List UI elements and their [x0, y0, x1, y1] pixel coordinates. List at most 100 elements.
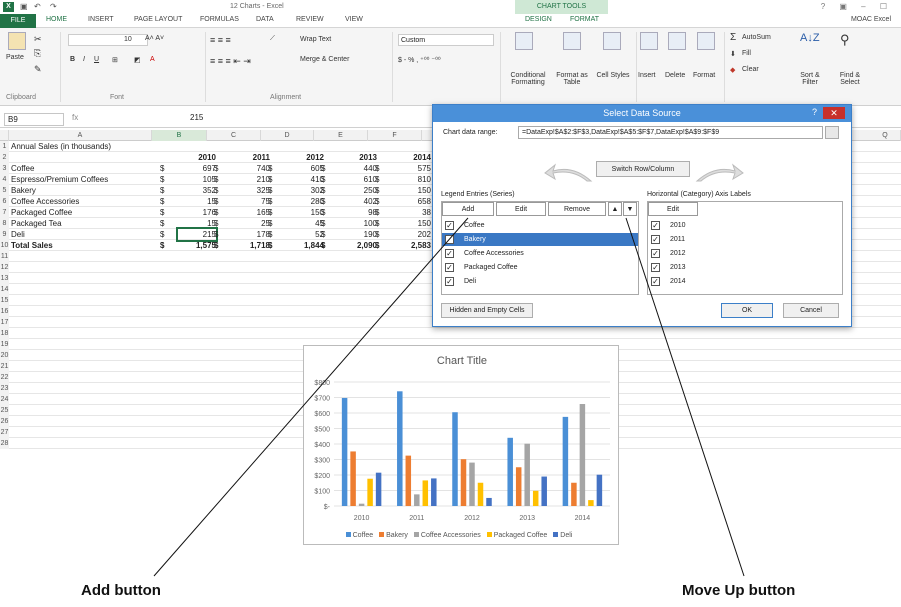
close-button[interactable]: ✕: [823, 107, 845, 119]
cell-value[interactable]: 2,090: [339, 240, 377, 251]
bar-coffee-2010[interactable]: [341, 397, 348, 506]
series-item-coffee[interactable]: ✓ Coffee: [442, 219, 638, 232]
checkbox-icon[interactable]: ✓: [445, 249, 454, 258]
row-number[interactable]: 15: [0, 295, 9, 306]
cell-value[interactable]: 75: [232, 196, 270, 207]
help-icon[interactable]: ?: [812, 107, 817, 117]
series-item-coffee-accessories[interactable]: ✓ Coffee Accessories: [442, 247, 638, 260]
delete-button[interactable]: Delete: [665, 72, 685, 79]
checkbox-icon[interactable]: ✓: [445, 277, 454, 286]
cell-value[interactable]: 1,575: [178, 240, 216, 251]
checkbox-icon[interactable]: ✓: [651, 221, 660, 230]
bar-deli-2014[interactable]: [596, 474, 603, 506]
cut-icon[interactable]: ✂: [34, 34, 42, 45]
autosum-button[interactable]: AutoSum: [742, 34, 771, 41]
cell-label[interactable]: Packaged Tea: [11, 218, 62, 229]
sort-filter-icon[interactable]: A↓Z: [800, 32, 820, 44]
row-number[interactable]: 3: [0, 163, 9, 174]
cell-value[interactable]: 697: [178, 163, 216, 174]
cell-value[interactable]: 165: [232, 207, 270, 218]
cell-value[interactable]: 2,583: [393, 240, 431, 251]
row-number[interactable]: 10: [0, 240, 9, 251]
cell-value[interactable]: 610: [339, 174, 377, 185]
format-painter-icon[interactable]: ✎: [34, 64, 42, 75]
category-item[interactable]: ✓ 2012: [648, 247, 842, 260]
row-number[interactable]: 23: [0, 383, 9, 394]
cell-value[interactable]: 52: [286, 229, 324, 240]
bar-deli-2013[interactable]: [541, 476, 547, 506]
ok-button[interactable]: OK: [721, 303, 773, 318]
row-number[interactable]: 1: [0, 141, 9, 152]
cell-value[interactable]: 2010: [178, 152, 216, 163]
format-as-table-button[interactable]: Format as Table: [553, 72, 591, 86]
row-number[interactable]: 24: [0, 394, 9, 405]
column-header-b[interactable]: B: [152, 130, 207, 141]
row-number[interactable]: 26: [0, 416, 9, 427]
edit-series-button[interactable]: Edit: [496, 202, 546, 216]
row-number[interactable]: 19: [0, 339, 9, 350]
tab-review[interactable]: REVIEW: [296, 16, 324, 23]
conditional-formatting-button[interactable]: Conditional Formatting: [505, 72, 551, 86]
bar-coffee-2011[interactable]: [397, 391, 403, 506]
checkbox-icon[interactable]: ✓: [651, 249, 660, 258]
cell-value[interactable]: 1,718: [232, 240, 270, 251]
column-header-f[interactable]: F: [368, 130, 422, 141]
series-item-bakery[interactable]: ✓ Bakery: [442, 233, 638, 246]
font-size-field[interactable]: 10: [124, 36, 132, 43]
checkbox-icon[interactable]: ✓: [445, 235, 454, 244]
bar-packaged-coffee-2014[interactable]: [588, 500, 594, 506]
cell-value[interactable]: 15: [178, 196, 216, 207]
borders-icon[interactable]: ⊞: [112, 56, 118, 64]
formula-input[interactable]: 215: [190, 113, 203, 122]
fill-icon[interactable]: ⬇: [730, 50, 736, 58]
find-select-icon[interactable]: ⚲: [840, 32, 850, 48]
number-format-dropdown[interactable]: Custom: [398, 34, 494, 46]
find-select-button[interactable]: Find & Select: [832, 72, 868, 86]
legend-item-deli[interactable]: Deli: [553, 532, 572, 539]
select-all-corner[interactable]: [0, 130, 9, 141]
row-number[interactable]: 12: [0, 262, 9, 273]
cell-value[interactable]: 150: [393, 218, 431, 229]
cell-value[interactable]: 1,844: [286, 240, 324, 251]
tab-format[interactable]: FORMAT: [570, 16, 599, 23]
chart-data-range-input[interactable]: =DataExp!$A$2:$F$3,DataExp!$A$5:$F$7,Dat…: [518, 126, 823, 139]
fill-color-icon[interactable]: ◩: [134, 56, 141, 64]
format-button[interactable]: Format: [693, 72, 715, 79]
row-number[interactable]: 2: [0, 152, 9, 163]
align-left-icon[interactable]: ≡ ≡ ≡ ⇤ ⇥: [210, 56, 251, 67]
clear-icon[interactable]: ◆: [730, 66, 735, 74]
cell-value[interactable]: 2013: [339, 152, 377, 163]
add-series-button[interactable]: Add: [442, 202, 494, 216]
tab-design[interactable]: DESIGN: [525, 16, 552, 23]
category-item[interactable]: ✓ 2010: [648, 219, 842, 232]
legend-item-coffee[interactable]: Coffee: [345, 532, 373, 539]
paste-button[interactable]: Paste: [6, 54, 24, 61]
bar-bakery-2014[interactable]: [571, 482, 577, 506]
row-number[interactable]: 14: [0, 284, 9, 295]
bar-coffee-2012[interactable]: [452, 412, 458, 506]
hidden-empty-cells-button[interactable]: Hidden and Empty Cells: [441, 303, 533, 318]
cell-label[interactable]: Espresso/Premium Coffees: [11, 174, 108, 185]
cell-value[interactable]: 45: [286, 218, 324, 229]
cell-value[interactable]: 280: [286, 196, 324, 207]
cell-styles-button[interactable]: Cell Styles: [596, 72, 630, 79]
insert-cells-icon[interactable]: [640, 32, 658, 50]
tab-page-layout[interactable]: PAGE LAYOUT: [134, 16, 182, 23]
cancel-button[interactable]: Cancel: [783, 303, 839, 318]
bar-coffee-2013[interactable]: [507, 437, 513, 506]
align-top-icon[interactable]: ≡ ≡ ≡: [210, 35, 231, 45]
chart-legend[interactable]: Coffee Bakery Coffee Accessories Packaged C…: [304, 530, 620, 539]
cell-value[interactable]: 605: [286, 163, 324, 174]
bar-bakery-2010[interactable]: [350, 451, 356, 506]
cell-label[interactable]: Packaged Coffee: [11, 207, 72, 218]
cell-value[interactable]: 178: [232, 229, 270, 240]
bar-packaged-coffee-2012[interactable]: [477, 482, 484, 506]
remove-series-button[interactable]: Remove: [548, 202, 606, 216]
column-header-d[interactable]: D: [261, 130, 314, 141]
cell-value[interactable]: 100: [339, 218, 377, 229]
row-number[interactable]: 16: [0, 306, 9, 317]
cell-value[interactable]: 575: [393, 163, 431, 174]
row-number[interactable]: 25: [0, 405, 9, 416]
row-number[interactable]: 17: [0, 317, 9, 328]
redo-icon[interactable]: ↷: [50, 2, 57, 11]
